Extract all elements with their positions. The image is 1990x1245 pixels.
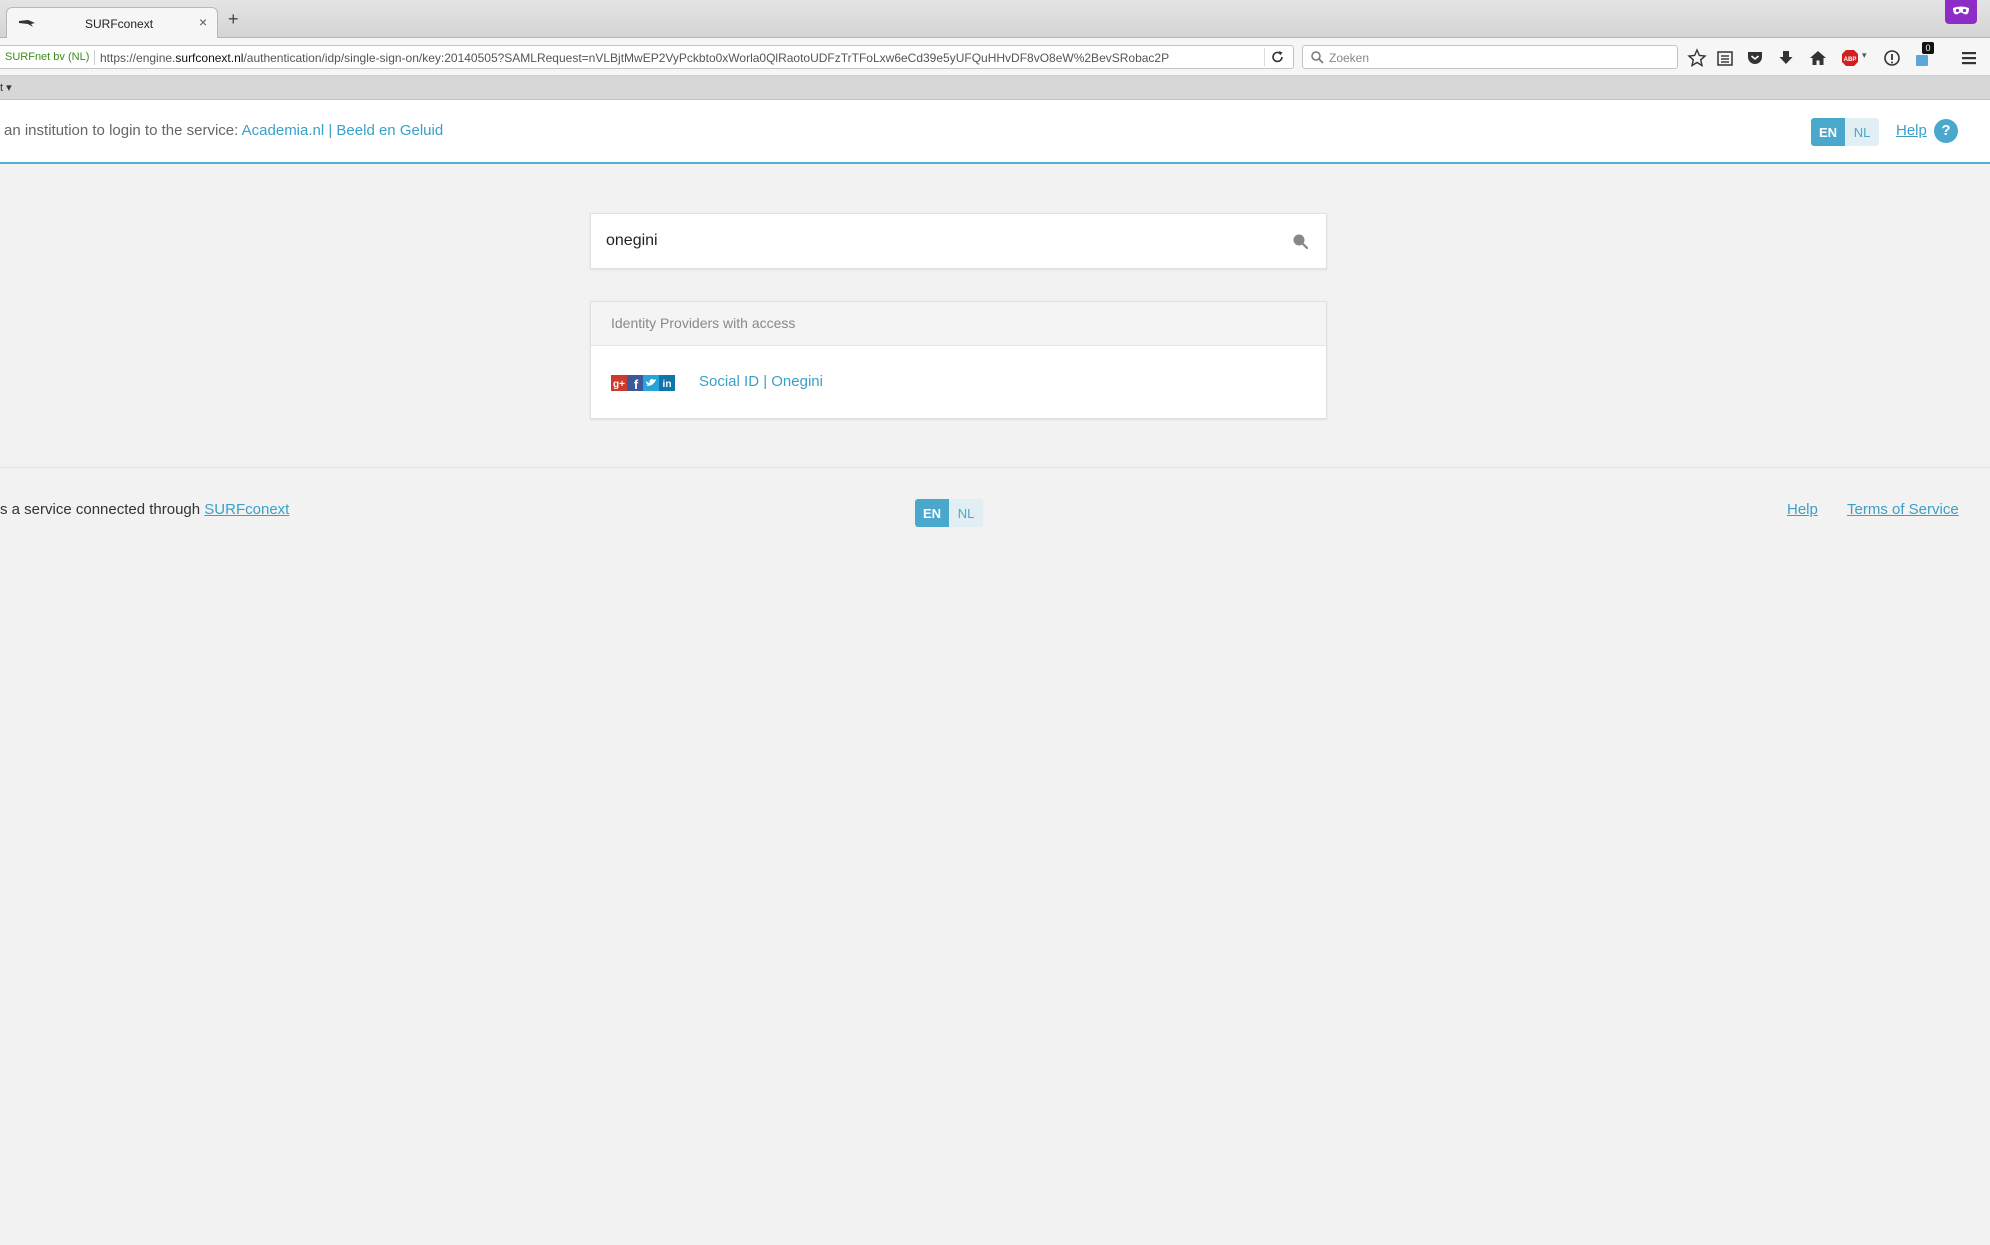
svg-text:ABP: ABP (1844, 57, 1857, 63)
mask-glyph-icon (1953, 6, 1969, 15)
footer-lang-nl-button[interactable]: NL (949, 499, 983, 527)
search-icon[interactable] (1291, 232, 1309, 250)
idp-list-item[interactable]: g+ f in Social ID | Onegini (591, 346, 1326, 418)
new-tab-button[interactable]: + (228, 10, 239, 28)
pocket-icon[interactable] (1745, 48, 1765, 68)
svg-text:in: in (663, 379, 672, 390)
lang-en-button[interactable]: EN (1811, 118, 1845, 146)
home-icon[interactable] (1808, 48, 1828, 68)
bookmarks-bar: t ▾ (0, 76, 1990, 100)
svg-text:g+: g+ (613, 379, 625, 390)
url-domain: surfconext.nl (175, 51, 244, 65)
bookmark-folder[interactable]: t ▾ (0, 81, 12, 94)
terms-of-service-link[interactable]: Terms of Service (1847, 501, 1959, 518)
help-icon[interactable]: ? (1934, 119, 1958, 143)
browser-tab-bar: SURFconext × + (0, 0, 1990, 39)
idp-name[interactable]: Social ID | Onegini (699, 373, 823, 390)
browser-tab[interactable]: SURFconext × (6, 7, 218, 39)
url-text[interactable]: https://engine.surfconext.nl/authenticat… (100, 51, 1250, 65)
url-prefix: https://engine. (100, 51, 176, 65)
bookmark-folder-label: t (0, 82, 4, 94)
tab-close-icon[interactable]: × (199, 14, 207, 30)
adblock-button[interactable]: ABP ▾ (1840, 48, 1870, 68)
url-bar[interactable]: SURFnet bv (NL) https://engine.surfconex… (0, 45, 1294, 69)
surfconext-link[interactable]: SURFconext (204, 501, 289, 518)
adblock-icon: ABP (1842, 50, 1858, 66)
language-toggle: EN NL (1811, 118, 1879, 146)
adblock-dropdown-icon: ▾ (1862, 50, 1867, 60)
notification-count-badge: 0 (1922, 42, 1934, 54)
linkedin-icon: in (659, 375, 675, 391)
download-icon[interactable] (1776, 48, 1796, 68)
facebook-icon: f (627, 375, 643, 392)
footer-text-prefix: s a service connected through (0, 501, 205, 518)
reload-icon (1272, 51, 1283, 63)
help-link[interactable]: Help (1896, 122, 1927, 139)
footer-text: s a service connected through SURFconext (0, 501, 289, 518)
idp-panel-header: Identity Providers with access (591, 302, 1326, 346)
login-prompt: an institution to login to the service: … (4, 122, 443, 139)
reload-button[interactable] (1264, 48, 1290, 66)
idp-results-panel: Identity Providers with access g+ f in S… (590, 301, 1327, 419)
bookmarks-menu-icon[interactable] (1715, 48, 1735, 68)
footer-divider (0, 467, 1990, 468)
footer-language-toggle: EN NL (915, 499, 983, 527)
search-icon (1311, 51, 1324, 64)
bookmark-star-icon[interactable] (1687, 48, 1707, 68)
google-plus-icon: g+ (611, 375, 627, 391)
info-icon[interactable] (1882, 48, 1902, 68)
url-separator (94, 50, 95, 65)
chevron-down-icon: ▾ (6, 82, 12, 94)
service-name-link[interactable]: Academia.nl | Beeld en Geluid (242, 122, 444, 139)
hamburger-menu-icon[interactable] (1959, 48, 1979, 68)
lang-nl-button[interactable]: NL (1845, 118, 1879, 146)
idp-search-box (590, 213, 1327, 269)
search-placeholder: Zoeken (1329, 51, 1370, 65)
tab-title: SURFconext (85, 17, 154, 31)
surfconext-favicon-icon (19, 20, 35, 27)
social-id-logo: g+ f in (611, 375, 675, 392)
footer-help-link[interactable]: Help (1787, 501, 1818, 518)
idp-search-input[interactable] (606, 228, 1256, 254)
login-prompt-text: an institution to login to the service: (4, 122, 242, 139)
page-header: an institution to login to the service: … (0, 100, 1990, 164)
notification-button[interactable]: 0 (1913, 42, 1934, 68)
browser-search-bar[interactable]: Zoeken (1302, 45, 1678, 69)
twitter-icon (643, 375, 659, 391)
footer-lang-en-button[interactable]: EN (915, 499, 949, 527)
svg-text:f: f (634, 377, 639, 391)
url-path: /authentication/idp/single-sign-on/key:2… (243, 51, 1170, 65)
site-identity[interactable]: SURFnet bv (NL) (5, 51, 89, 63)
private-mask-icon[interactable] (1945, 0, 1977, 24)
idp-panel-title: Identity Providers with access (611, 315, 796, 331)
